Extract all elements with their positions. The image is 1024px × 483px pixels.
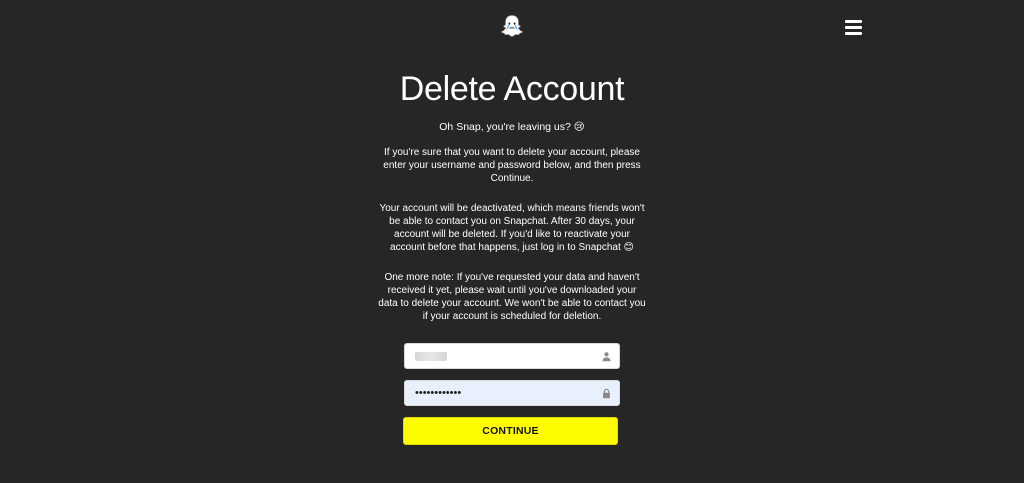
data-note-paragraph: One more note: If you've requested your … (378, 272, 646, 322)
redacted-username (415, 352, 447, 361)
hamburger-menu-icon[interactable] (845, 20, 862, 36)
snapchat-ghost-icon[interactable] (499, 13, 525, 39)
user-icon (602, 352, 611, 362)
delete-account-content: Delete Account Oh Snap, you're leaving u… (378, 68, 646, 323)
password-field[interactable] (404, 380, 620, 406)
password-input[interactable] (405, 381, 619, 405)
deactivation-paragraph: Your account will be deactivated, which … (379, 203, 645, 253)
lock-icon (603, 388, 610, 399)
username-field[interactable] (404, 343, 620, 369)
menu-bar (845, 32, 862, 35)
menu-bar (845, 20, 862, 23)
continue-button[interactable]: CONTINUE (403, 417, 618, 445)
instructions-paragraph: If you're sure that you want to delete y… (383, 147, 641, 184)
subtitle: Oh Snap, you're leaving us? 😢 (439, 121, 585, 133)
menu-bar (845, 26, 862, 29)
page-title: Delete Account (399, 70, 625, 108)
